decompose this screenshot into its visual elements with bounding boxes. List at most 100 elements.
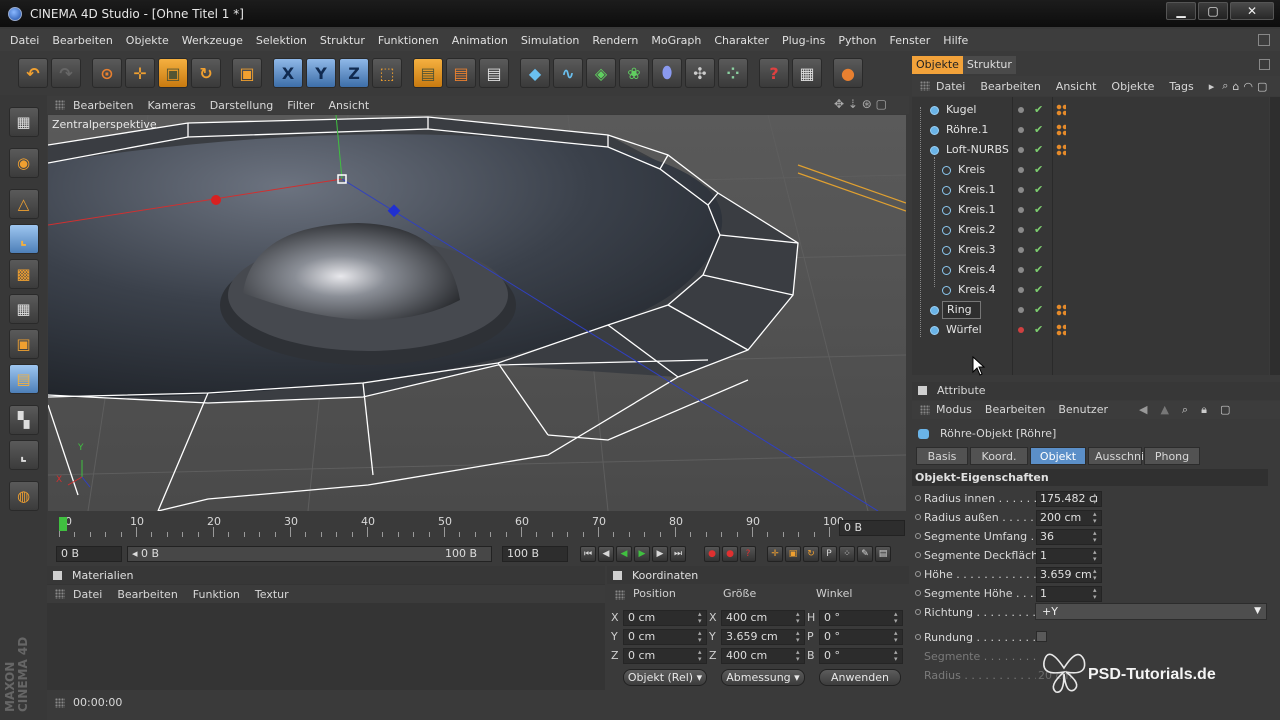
autokey-icon[interactable]: ●	[722, 546, 738, 562]
object-name[interactable]: Kreis.1	[958, 200, 996, 220]
edge-mode-icon[interactable]: ▤	[8, 364, 39, 394]
object-row[interactable]: Kugel ✔	[912, 100, 1269, 120]
vp-menu-bearbeiten[interactable]: Bearbeiten	[73, 99, 133, 112]
menu-objekte[interactable]: Objekte	[126, 34, 169, 47]
attr-menu-bearbeiten[interactable]: Bearbeiten	[985, 401, 1045, 419]
goto-start-icon[interactable]: ⏮	[580, 546, 596, 562]
object-row[interactable]: Kreis.4 ✔	[912, 280, 1269, 300]
vp-menu-filter[interactable]: Filter	[287, 99, 314, 112]
y-axis-icon[interactable]: Y	[306, 58, 336, 88]
more-arrow-icon[interactable]: ▸	[1209, 80, 1215, 93]
angle-h-field[interactable]: 0 °	[819, 610, 903, 626]
visibility-dot[interactable]	[1018, 187, 1024, 193]
radius-innen-field[interactable]: 175.482 cı	[1036, 491, 1102, 507]
move-icon[interactable]: ✛	[125, 58, 155, 88]
richtung-dropdown[interactable]: +Y ▼	[1035, 603, 1267, 620]
object-name[interactable]: Kreis.4	[958, 260, 996, 280]
object-list[interactable]: Kugel ✔ Röhre.1 ✔ Loft-NURBS ✔ Kreis ✔ Kreis.1 ✔ K…	[912, 97, 1269, 375]
anim-indicator[interactable]	[915, 634, 921, 640]
object-row[interactable]: Röhre.1 ✔	[912, 120, 1269, 140]
drag-grip[interactable]	[55, 589, 65, 599]
size-y-field[interactable]: 3.659 cm	[721, 629, 805, 645]
workplane-mode-icon[interactable]: ▦	[8, 294, 39, 324]
enabled-check-icon[interactable]: ✔	[1034, 200, 1043, 220]
vp-menu-ansicht[interactable]: Ansicht	[329, 99, 370, 112]
cube-primitive-icon[interactable]: ◆	[520, 58, 550, 88]
radius-aussen-field[interactable]: 200 cm	[1036, 510, 1102, 526]
segmente-deckflaeche-field[interactable]: 1	[1036, 548, 1102, 564]
tab-koord[interactable]: Koord.	[970, 447, 1028, 465]
coord-system-icon[interactable]: ⬚	[372, 58, 402, 88]
point-mode-icon[interactable]: ▣	[8, 329, 39, 359]
goto-end-icon[interactable]: ⏭	[670, 546, 686, 562]
polygon-mode-icon[interactable]: ▚	[8, 405, 39, 435]
rotate-icon[interactable]: ↻	[191, 58, 221, 88]
visibility-dot[interactable]	[1018, 107, 1024, 113]
anim-indicator[interactable]	[915, 590, 921, 596]
visibility-dot[interactable]	[1018, 327, 1024, 333]
om-menu-objekte[interactable]: Objekte	[1111, 80, 1154, 93]
next-key-icon[interactable]: ▶	[652, 546, 668, 562]
object-row[interactable]: Kreis.4 ✔	[912, 260, 1269, 280]
enabled-check-icon[interactable]: ✔	[1034, 180, 1043, 200]
anim-indicator[interactable]	[915, 495, 921, 501]
end-frame-field[interactable]: 100 B	[502, 546, 568, 562]
enabled-check-icon[interactable]: ✔	[1034, 300, 1043, 320]
anim-indicator[interactable]	[915, 609, 921, 615]
undo-icon[interactable]: ↶	[18, 58, 48, 88]
menu-simulation[interactable]: Simulation	[521, 34, 580, 47]
menu-hilfe[interactable]: Hilfe	[943, 34, 968, 47]
panel-options-icon[interactable]	[1259, 59, 1270, 70]
object-name[interactable]: Würfel	[946, 320, 982, 340]
pos-y-field[interactable]: 0 cm	[623, 629, 707, 645]
scale-icon[interactable]: ▣	[158, 58, 188, 88]
enabled-check-icon[interactable]: ✔	[1034, 100, 1043, 120]
mat-menu-textur[interactable]: Textur	[255, 588, 289, 601]
enabled-check-icon[interactable]: ✔	[1034, 240, 1043, 260]
object-row[interactable]: Kreis.3 ✔	[912, 240, 1269, 260]
object-name[interactable]: Kreis	[958, 160, 985, 180]
menu-python[interactable]: Python	[838, 34, 876, 47]
menu-charakter[interactable]: Charakter	[714, 34, 769, 47]
key-param-icon[interactable]: P	[821, 546, 837, 562]
visibility-dot[interactable]	[1018, 167, 1024, 173]
scene-icon[interactable]: ✣	[685, 58, 715, 88]
attr-menu-modus[interactable]: Modus	[936, 401, 972, 419]
menu-selektion[interactable]: Selektion	[256, 34, 307, 47]
spline-icon[interactable]: ∿	[553, 58, 583, 88]
drag-grip[interactable]	[55, 698, 65, 708]
render-picture-viewer-icon[interactable]: ▤	[446, 58, 476, 88]
maximize-button[interactable]: ▢	[1198, 2, 1228, 20]
apply-button[interactable]: Anwenden	[819, 669, 901, 686]
object-name[interactable]: Röhre.1	[946, 120, 988, 140]
vp-menu-darstellung[interactable]: Darstellung	[210, 99, 274, 112]
viewport-layout-icon[interactable]: ▦	[8, 107, 39, 137]
minimize-button[interactable]: ▁	[1166, 2, 1196, 20]
keyframe-selection-icon[interactable]: ?	[740, 546, 756, 562]
object-name[interactable]: Loft-NURBS	[946, 140, 1009, 160]
vp-menu-kameras[interactable]: Kameras	[147, 99, 195, 112]
menu-bearbeiten[interactable]: Bearbeiten	[52, 34, 112, 47]
segmente-hoehe-field[interactable]: 1	[1036, 586, 1102, 602]
particles-icon[interactable]: ⁘	[718, 58, 748, 88]
recent-tool-icon[interactable]: ▣	[232, 58, 262, 88]
play-back-icon[interactable]: ◀	[616, 546, 632, 562]
menu-rendern[interactable]: Rendern	[592, 34, 638, 47]
enabled-check-icon[interactable]: ✔	[1034, 320, 1043, 340]
back-arrow-icon[interactable]: ◀	[1139, 401, 1147, 419]
tab-struktur[interactable]: Struktur	[962, 56, 1016, 74]
play-icon[interactable]: ▶	[634, 546, 650, 562]
current-frame-field[interactable]: 0 B	[839, 520, 905, 536]
phong-tag-icon[interactable]	[1056, 304, 1066, 316]
menu-fenster[interactable]: Fenster	[889, 34, 930, 47]
render-settings-icon[interactable]: ▤	[479, 58, 509, 88]
lock-icon[interactable]: 🔒︎	[1201, 401, 1207, 419]
timeline-layout-icon[interactable]: ▤	[875, 546, 891, 562]
array-icon[interactable]: ❀	[619, 58, 649, 88]
menu-struktur[interactable]: Struktur	[320, 34, 365, 47]
visibility-dot[interactable]	[1018, 147, 1024, 153]
menu-datei[interactable]: Datei	[10, 34, 39, 47]
key-rotation-icon[interactable]: ↻	[803, 546, 819, 562]
mat-menu-bearbeiten[interactable]: Bearbeiten	[117, 588, 177, 601]
playhead[interactable]	[59, 517, 67, 531]
